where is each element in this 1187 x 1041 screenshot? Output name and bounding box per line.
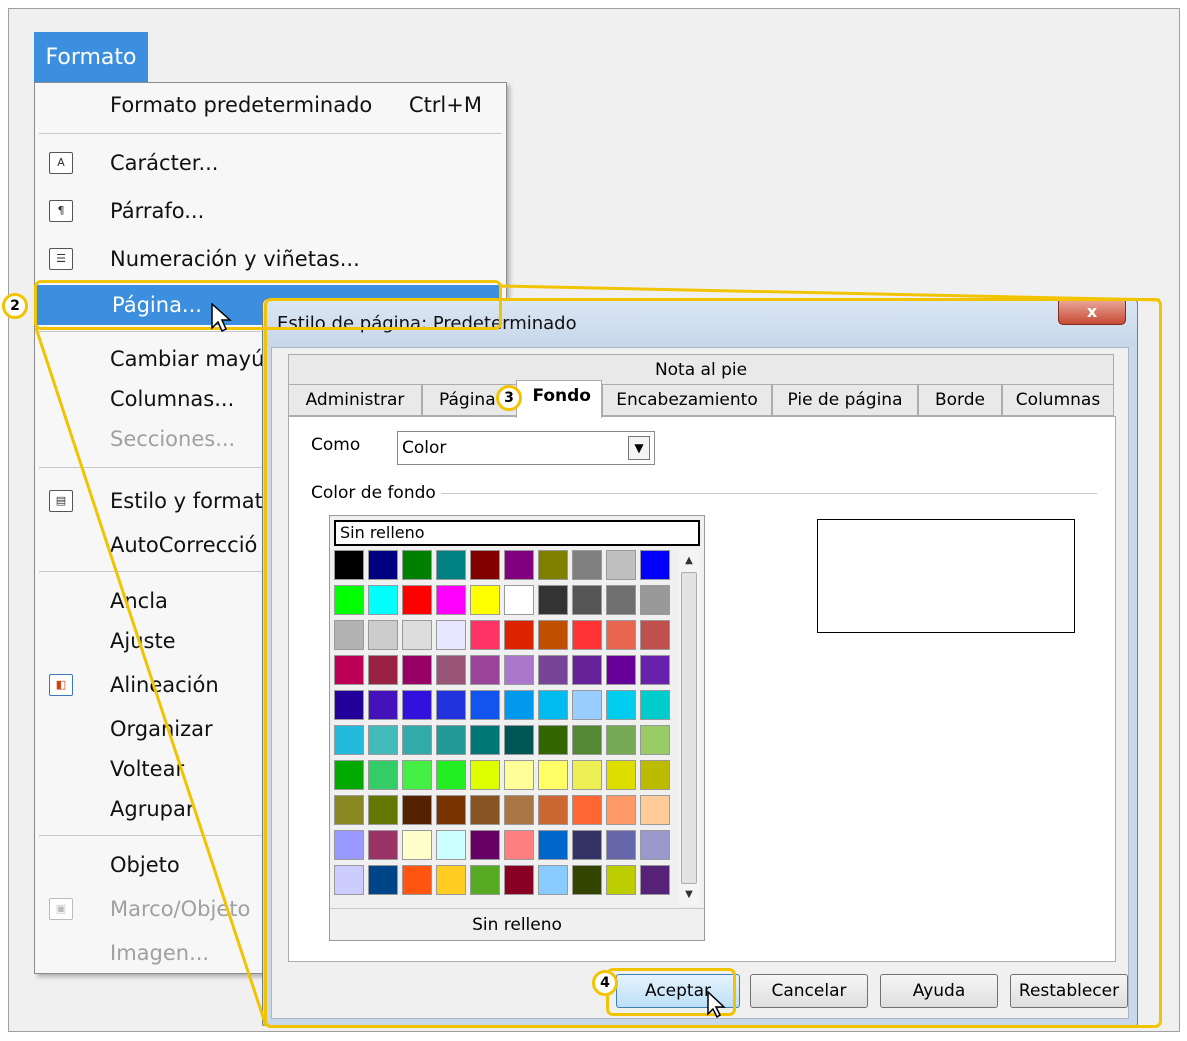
menu-item-label: Organizar: [110, 717, 213, 741]
character-icon: A: [49, 152, 73, 174]
bullets-icon: ☰: [49, 248, 73, 270]
callout-number: 3: [504, 390, 514, 406]
menu-formato[interactable]: Formato: [34, 32, 148, 82]
menu-item-label: Objeto: [110, 853, 180, 877]
menu-item-caracter[interactable]: A Carácter...: [35, 143, 506, 183]
callout-2: 2: [2, 293, 28, 319]
paragraph-icon: ¶: [49, 200, 73, 222]
menu-item-label: AutoCorrecció: [110, 533, 258, 557]
menu-item-numeracion[interactable]: ☰ Numeración y viñetas...: [35, 239, 506, 279]
menu-item-label: Voltear: [110, 757, 185, 781]
menu-item-label: Párrafo...: [110, 199, 205, 223]
callout-4: 4: [592, 970, 618, 996]
highlight-dialog: [264, 298, 1162, 1028]
menu-item-label: Estilo y format: [110, 489, 263, 513]
menu-item-label: Ancla: [110, 589, 168, 613]
menu-item-label: Alineación: [110, 673, 219, 697]
menu-item-parrafo[interactable]: ¶ Párrafo...: [35, 191, 506, 231]
menu-item-shortcut: Ctrl+M: [408, 93, 482, 117]
menu-item-formato-predeterminado[interactable]: Formato predeterminado Ctrl+M: [35, 85, 506, 125]
styles-icon: ▤: [49, 490, 73, 512]
callout-number: 2: [10, 298, 20, 314]
menu-item-label: Imagen...: [110, 941, 210, 965]
frame-icon: ▣: [49, 898, 73, 920]
menu-item-label: Columnas...: [110, 387, 235, 411]
mouse-cursor-icon: [211, 302, 232, 333]
menu-formato-label: Formato: [45, 44, 137, 70]
menu-item-label: Agrupar: [110, 797, 195, 821]
callout-number: 4: [600, 975, 610, 991]
callout-3: 3: [496, 385, 522, 411]
menu-item-label: Numeración y viñetas...: [110, 247, 360, 271]
menu-item-label: Cambiar mayú: [110, 347, 265, 371]
menu-item-label: Carácter...: [110, 151, 219, 175]
menu-separator: [39, 133, 502, 134]
menu-item-label: Ajuste: [110, 629, 176, 653]
menu-item-label: Secciones...: [110, 427, 236, 451]
mouse-cursor-icon: [707, 990, 726, 1019]
menu-item-label: Marco/Objeto: [110, 897, 251, 921]
menu-item-label: Formato predeterminado: [110, 93, 373, 117]
alignment-icon: ◧: [49, 674, 73, 696]
